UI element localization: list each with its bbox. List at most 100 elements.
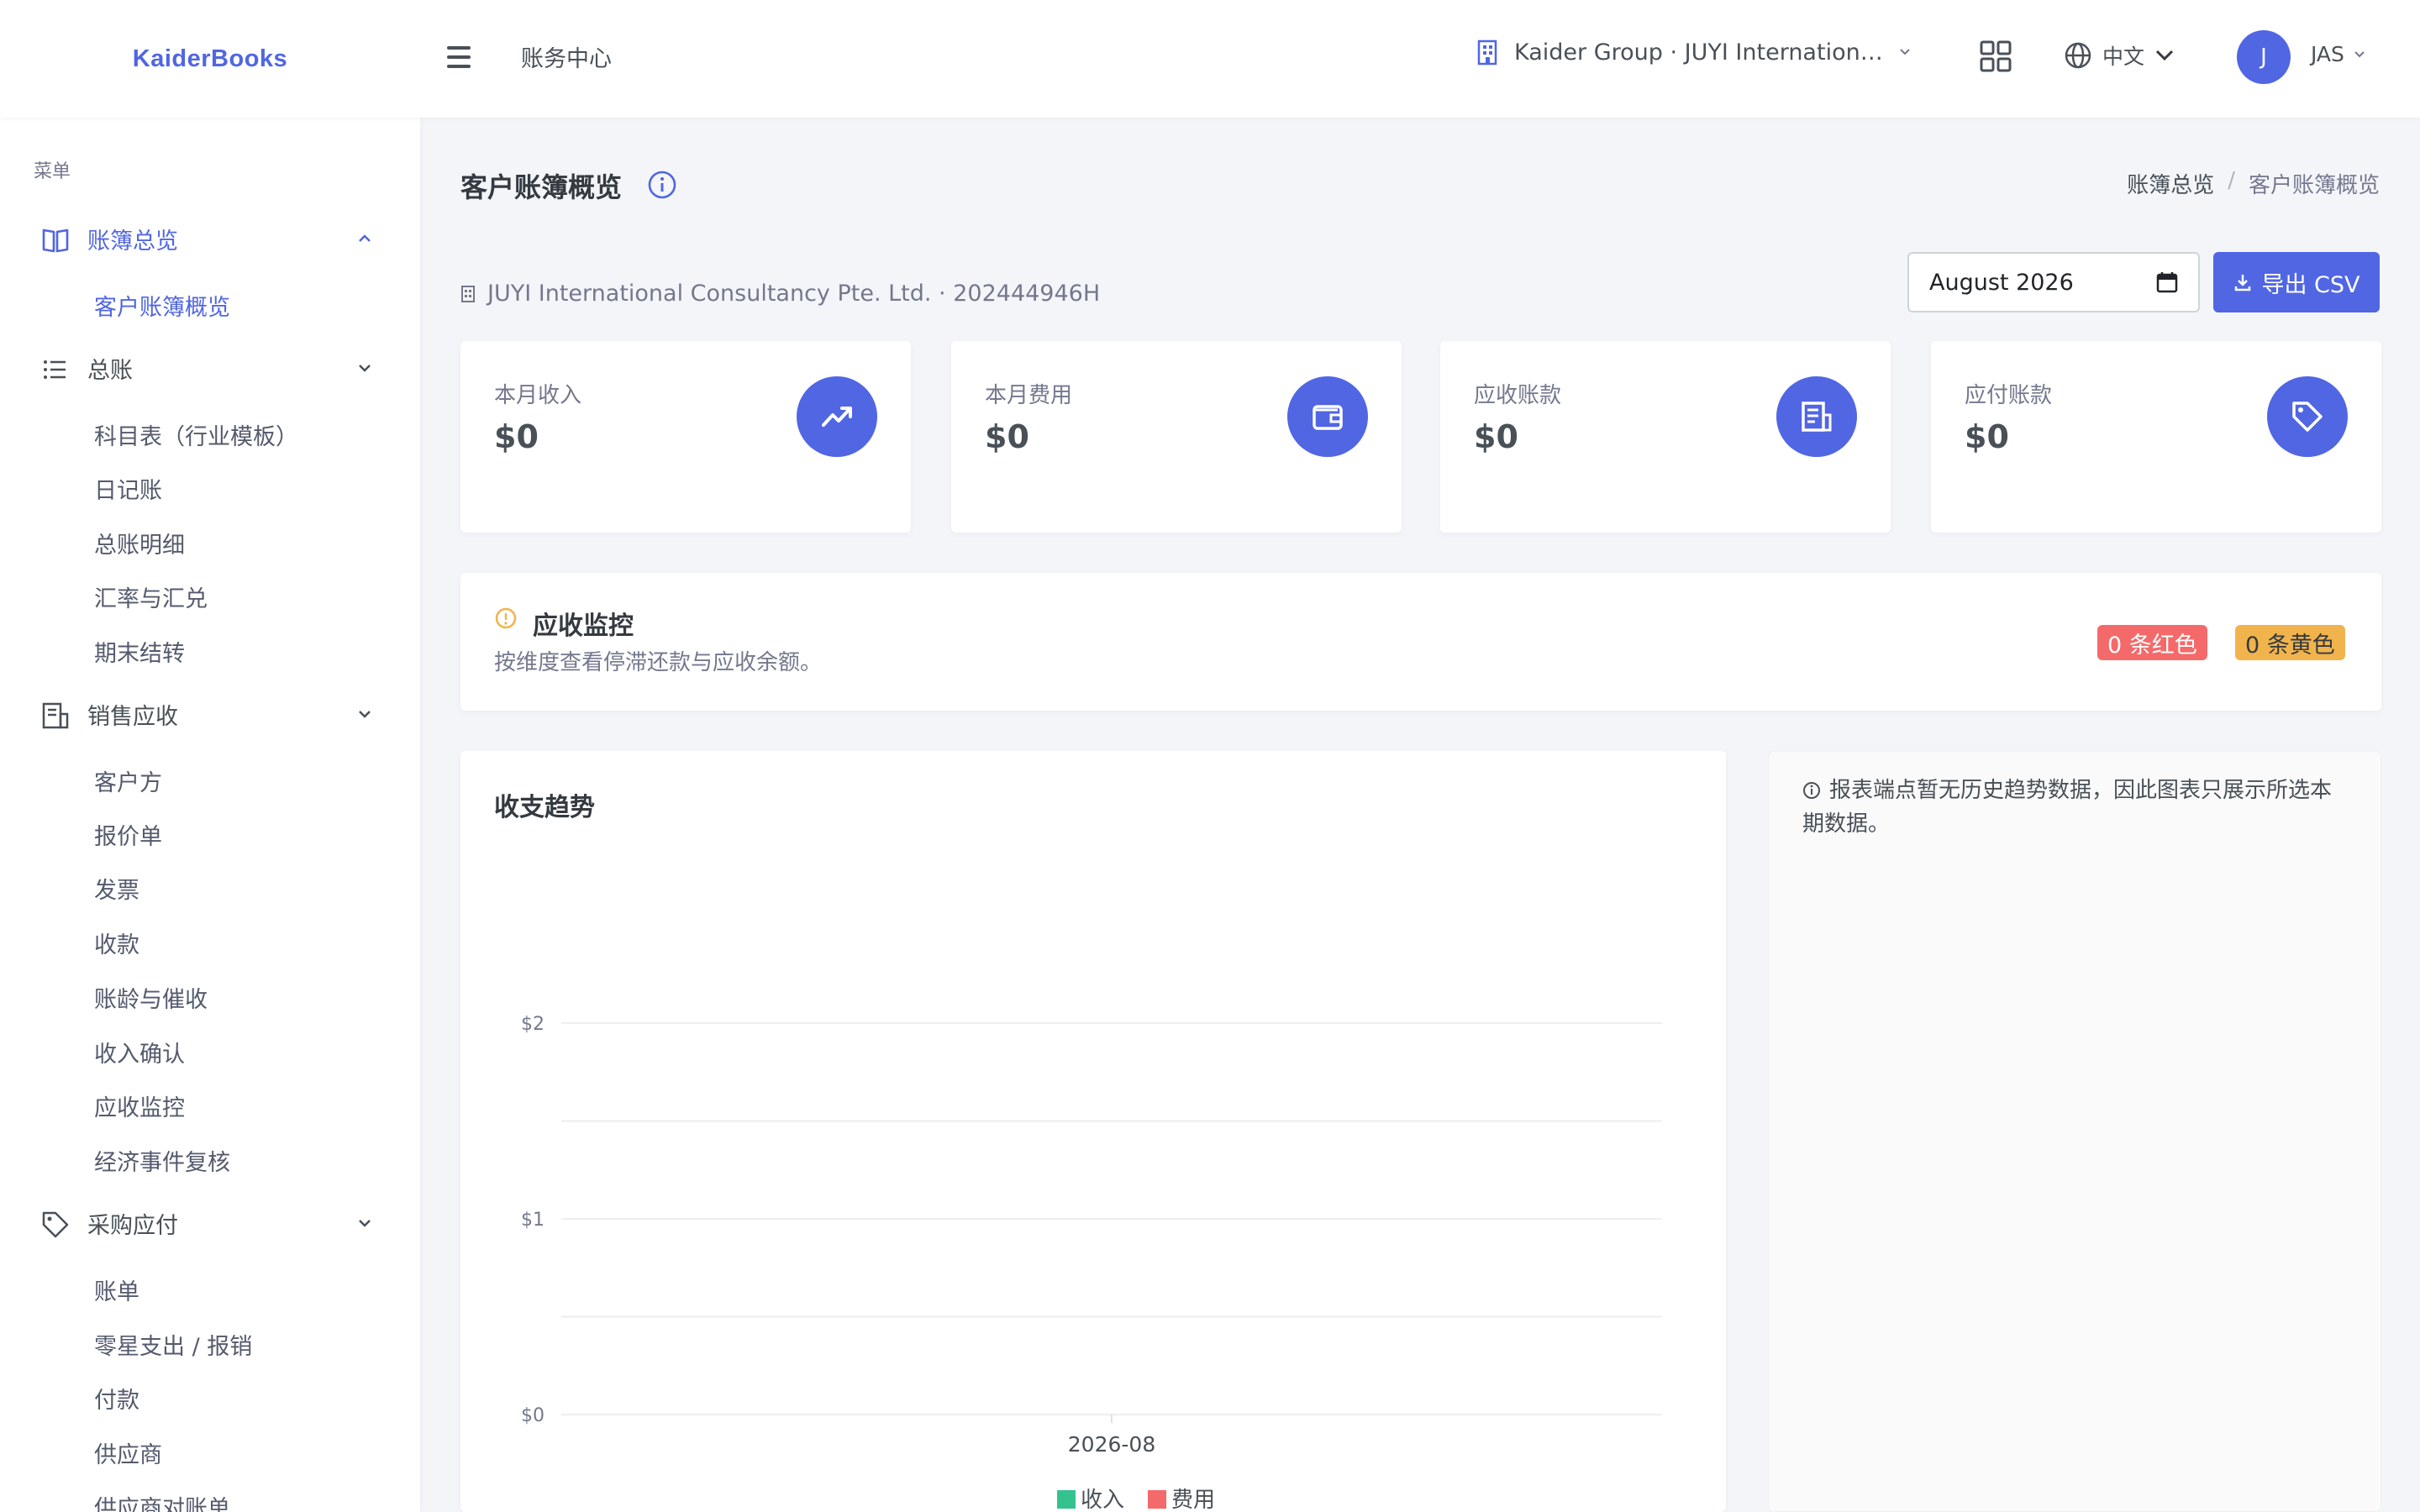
breadcrumb-item-current: 客户账簿概览 xyxy=(2248,173,2380,198)
stat-card-monthly-income: 本月收入 $0 xyxy=(460,341,911,533)
user-menu[interactable]: JAS xyxy=(2311,42,2366,66)
menu-title: 菜单 xyxy=(34,161,71,182)
red-count-badge[interactable]: 0 条红色 xyxy=(2097,625,2207,660)
sidebar-item-bills[interactable]: 账单 xyxy=(94,1273,139,1306)
sidebar-group-label: 总账 xyxy=(87,357,133,384)
building-icon xyxy=(461,285,475,302)
alert-circle-icon xyxy=(495,607,517,629)
stat-label: 本月收入 xyxy=(494,383,582,408)
avatar[interactable]: J xyxy=(2237,30,2291,84)
sidebar-item-vendors[interactable]: 供应商 xyxy=(94,1436,162,1469)
logo-area[interactable]: KaiderBooks xyxy=(0,0,420,118)
breadcrumb-item-ledger-overview[interactable]: 账簿总览 xyxy=(2127,168,2214,199)
sidebar-item-gl-detail[interactable]: 总账明细 xyxy=(94,527,185,559)
chevron-down-icon xyxy=(1900,49,1910,55)
sidebar-item-customers[interactable]: 客户方 xyxy=(94,764,162,797)
list-icon xyxy=(44,360,66,379)
sidebar: 菜单 账簿总览 客户账簿概览 总账 科目表（行业模板） 日记账 总账明细 汇率与… xyxy=(0,118,420,1512)
trend-note: 报表端点暂无历史趋势数据，因此图表只展示所选本期数据。 xyxy=(1802,774,2340,841)
main-content: 客户账簿概览 账簿总览 / 客户账簿概览 JUYI International … xyxy=(420,118,2420,1512)
chart-legend-swatch xyxy=(1148,1490,1166,1509)
chart-ytick-label: $1 xyxy=(521,1210,544,1231)
sidebar-item-client-ledger-overview[interactable]: 客户账簿概览 xyxy=(94,289,230,322)
language-label: 中文 xyxy=(2102,45,2145,69)
ar-monitor-title: 应收监控 xyxy=(533,612,634,641)
sidebar-item-ar-monitor[interactable]: 应收监控 xyxy=(94,1089,185,1122)
entity-label: JUYI International Consultancy Pte. Ltd.… xyxy=(460,281,1100,307)
chart-ytick-label: $0 xyxy=(521,1405,544,1426)
menu-toggle-icon[interactable] xyxy=(447,40,481,74)
chart-legend-label: 费用 xyxy=(1171,1488,1215,1512)
chevron-down-icon xyxy=(2354,50,2365,57)
sidebar-group-sales-receivables[interactable]: 销售应收 xyxy=(0,689,420,739)
chevron-down-icon xyxy=(359,365,371,372)
sidebar-item-chart-of-accounts[interactable]: 科目表（行业模板） xyxy=(94,418,298,451)
building-icon xyxy=(1477,39,1497,66)
brand-logo[interactable]: KaiderBooks xyxy=(133,45,287,73)
top-bar: KaiderBooks 账务中心 Kaider Group · JUYI Int… xyxy=(0,0,2420,118)
stat-label: 应收账款 xyxy=(1474,383,1562,408)
sidebar-group-purchases-payables[interactable]: 采购应付 xyxy=(0,1198,420,1248)
page-title: 客户账簿概览 xyxy=(460,171,623,203)
stat-label: 应付账款 xyxy=(1965,383,2053,408)
sidebar-item-event-review[interactable]: 经济事件复核 xyxy=(94,1144,230,1177)
trend-note-panel: 报表端点暂无历史趋势数据，因此图表只展示所选本期数据。 xyxy=(1768,751,2381,1512)
sidebar-item-invoices[interactable]: 发票 xyxy=(94,872,139,905)
sidebar-item-fx[interactable]: 汇率与汇兑 xyxy=(94,580,208,613)
language-selector[interactable]: 中文 xyxy=(2064,40,2175,71)
stat-card-monthly-expense: 本月费用 $0 xyxy=(951,341,1402,533)
globe-icon xyxy=(2065,42,2091,69)
receipt-icon xyxy=(42,702,69,729)
sidebar-item-revenue-recognition[interactable]: 收入确认 xyxy=(94,1036,185,1068)
info-icon xyxy=(1803,782,1820,799)
chevron-down-icon xyxy=(2155,50,2174,61)
sidebar-group-general-ledger[interactable]: 总账 xyxy=(0,343,420,393)
export-label: 导出 CSV xyxy=(2261,271,2360,298)
ar-monitor-description: 按维度查看停滞还款与应收余额。 xyxy=(494,650,823,675)
tag-icon xyxy=(42,1211,69,1238)
book-open-icon xyxy=(42,228,69,253)
apps-grid-icon[interactable] xyxy=(1980,40,2012,76)
tag-icon xyxy=(2267,376,2348,457)
user-name: JAS xyxy=(2311,42,2344,66)
sidebar-item-period-close[interactable]: 期末结转 xyxy=(94,635,185,668)
chart-legend-swatch xyxy=(1057,1490,1076,1509)
chevron-down-icon xyxy=(359,711,371,718)
sidebar-item-receipts[interactable]: 收款 xyxy=(94,927,139,959)
stat-card-receivables: 应收账款 $0 xyxy=(1440,341,1891,533)
export-csv-button[interactable]: 导出 CSV xyxy=(2213,252,2380,312)
sidebar-group-label: 采购应付 xyxy=(87,1212,178,1239)
chart-ytick-label: $2 xyxy=(521,1014,544,1035)
breadcrumb-separator: / xyxy=(2228,168,2235,193)
sidebar-item-vendor-statements[interactable]: 供应商对账单 xyxy=(94,1490,230,1512)
sidebar-item-aging[interactable]: 账龄与催收 xyxy=(94,981,208,1014)
chart-xtick-label: 2026-08 xyxy=(1068,1432,1155,1457)
download-icon xyxy=(2235,275,2251,291)
month-value: August 2026 xyxy=(1929,269,2074,296)
stat-value: $0 xyxy=(1965,418,2009,455)
chevron-up-icon xyxy=(359,234,371,242)
trend-chart: $2 $1 $0 2026-08 收入 费用 xyxy=(521,1014,1662,1512)
chart-legend-label: 收入 xyxy=(1081,1488,1124,1512)
wallet-icon xyxy=(1287,376,1368,457)
breadcrumb: 账簿总览 / 客户账簿概览 xyxy=(2127,168,2380,199)
sidebar-group-ledger-overview[interactable]: 账簿总览 xyxy=(0,213,420,264)
month-picker-input[interactable]: August 2026 xyxy=(1907,252,2200,312)
trend-chart-card: 收支趋势 $2 $1 $0 2026-08 收入 费用 xyxy=(460,751,1726,1512)
sidebar-item-payments[interactable]: 付款 xyxy=(94,1382,139,1415)
sidebar-item-journal[interactable]: 日记账 xyxy=(94,472,162,505)
yellow-count-badge[interactable]: 0 条黄色 xyxy=(2235,625,2345,660)
stat-value: $0 xyxy=(494,418,539,455)
section-title: 账务中心 xyxy=(521,46,612,72)
sidebar-item-expenses[interactable]: 零星支出 / 报销 xyxy=(94,1328,252,1361)
stat-value: $0 xyxy=(985,418,1029,455)
receipt-icon xyxy=(1776,376,1857,457)
info-icon[interactable] xyxy=(647,170,677,200)
company-selector[interactable]: Kaider Group · JUYI International Consul… xyxy=(1476,39,1912,66)
calendar-icon[interactable] xyxy=(2156,271,2178,293)
stat-value: $0 xyxy=(1474,418,1518,455)
stat-card-payables: 应付账款 $0 xyxy=(1931,341,2381,533)
stat-label: 本月费用 xyxy=(985,383,1073,408)
company-name: Kaider Group · JUYI International Consul… xyxy=(1514,39,1884,66)
sidebar-item-quotes[interactable]: 报价单 xyxy=(94,818,162,851)
